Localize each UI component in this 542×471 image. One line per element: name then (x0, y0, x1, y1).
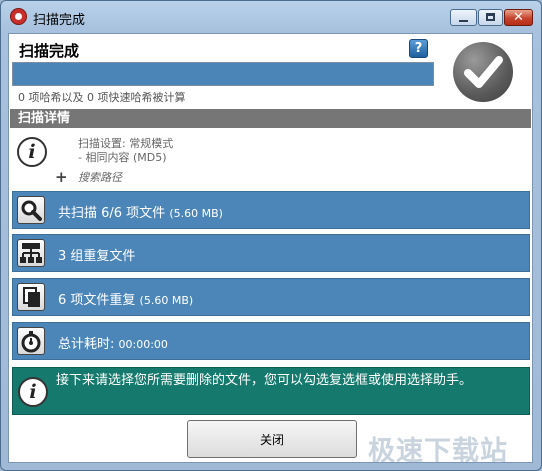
scan-details-header: 扫描详情 (10, 109, 531, 128)
hash-status-text: 0 项哈希以及 0 项快速哈希被计算 (18, 91, 186, 104)
close-icon: ✕ (513, 10, 524, 25)
window-title: 扫描完成 (33, 13, 86, 28)
search-path-link[interactable]: 搜索路径 (78, 169, 122, 185)
app-window: 扫描完成 ✕ 扫描完成 ? 0 项哈希以及 0 项快速哈希被计算 扫描详情 i … (0, 0, 542, 471)
result-label: 6 项文件重复 (5.60 MB) (58, 293, 194, 308)
close-button[interactable]: 关闭 (187, 420, 357, 458)
maximize-icon (486, 13, 495, 21)
checkmark-icon (453, 42, 513, 102)
app-icon (10, 8, 27, 25)
magnifier-icon (17, 196, 45, 224)
info-icon: i (18, 377, 48, 407)
help-icon[interactable]: ? (409, 39, 428, 58)
copy-files-icon (17, 283, 45, 311)
hierarchy-icon (17, 239, 45, 267)
result-label: 3 组重复文件 (58, 249, 136, 264)
plus-icon[interactable]: + (55, 168, 68, 186)
watermark-text: 极速下载站 (368, 436, 508, 463)
scan-progress-bar (12, 62, 434, 86)
maximize-button[interactable] (478, 9, 503, 26)
stopwatch-icon (17, 327, 45, 355)
dialog-body: 扫描完成 ? 0 项哈希以及 0 项快速哈希被计算 扫描详情 i 扫描设置: 常… (8, 33, 533, 463)
result-row-elapsed-time: 总计耗时: 00:00:00 (12, 322, 530, 360)
progress-fill (13, 63, 433, 85)
result-label: 总计耗时: 00:00:00 (58, 337, 168, 352)
minimize-icon (459, 20, 468, 22)
scan-method-line: - 相同内容 (MD5) (78, 151, 167, 164)
result-row-duplicate-files: 6 项文件重复 (5.60 MB) (12, 278, 530, 316)
info-icon: i (17, 137, 47, 167)
result-row-scanned-files: 共扫描 6/6 项文件 (5.60 MB) (12, 191, 530, 229)
title-bar[interactable]: 扫描完成 ✕ (1, 1, 541, 33)
result-label: 共扫描 6/6 项文件 (5.60 MB) (58, 206, 223, 221)
close-window-button[interactable]: ✕ (504, 9, 533, 26)
page-title: 扫描完成 (19, 42, 80, 60)
next-step-panel: i 接下来请选择您所需要删除的文件，您可以勾选复选框或使用选择助手。 (12, 367, 530, 415)
next-step-text: 接下来请选择您所需要删除的文件，您可以勾选复选框或使用选择助手。 (56, 373, 473, 388)
minimize-button[interactable] (450, 9, 477, 26)
result-row-duplicate-groups: 3 组重复文件 (12, 234, 530, 272)
